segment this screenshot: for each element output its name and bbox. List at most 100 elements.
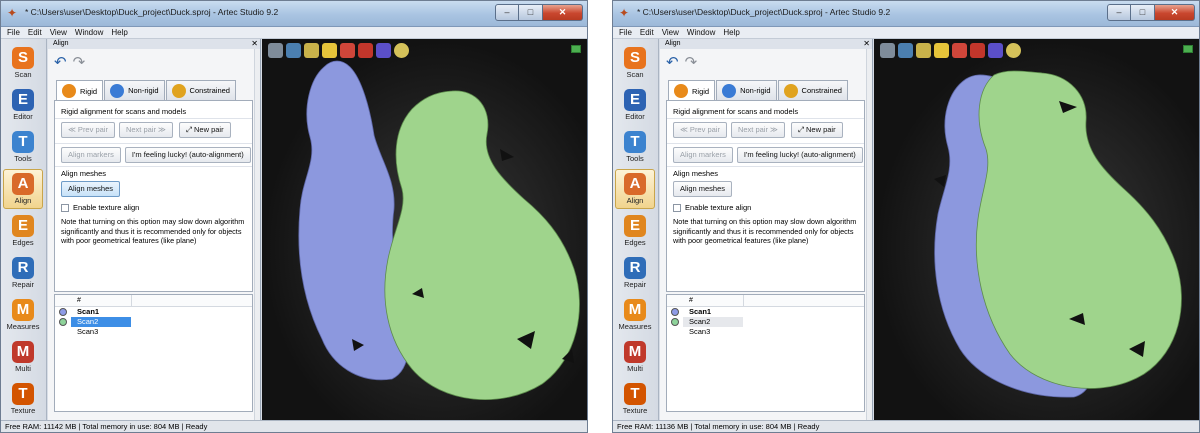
toolbar-multi-button[interactable]: M Multi [3, 337, 43, 377]
toolbar-editor-button[interactable]: E Editor [3, 85, 43, 125]
toolbar-repair-button[interactable]: R Repair [615, 253, 655, 293]
toolbar-repair-button[interactable]: R Repair [3, 253, 43, 293]
redo-icon[interactable]: ↷ [73, 54, 86, 71]
toolbar-edges-button[interactable]: E Edges [3, 211, 43, 251]
menu-help[interactable]: Help [111, 27, 127, 38]
toolbar-editor-button[interactable]: E Editor [615, 85, 655, 125]
align-meshes-button[interactable]: Align meshes [61, 181, 121, 197]
tab-non-rigid[interactable]: Non-rigid [716, 80, 777, 100]
tab-rigid[interactable]: Rigid [668, 80, 716, 101]
scan-row[interactable]: Scan2 [667, 317, 864, 327]
night-mode-icon[interactable] [1006, 43, 1021, 58]
auto-alignment-button[interactable]: I'm feeling lucky! (auto-alignment) [124, 147, 251, 163]
prev-pair-button[interactable]: ≪ Prev pair [61, 122, 115, 138]
scan-name[interactable]: Scan1 [683, 307, 743, 317]
3d-viewport[interactable] [262, 39, 587, 420]
new-pair-button[interactable]: ⤢ New pair [790, 122, 843, 138]
toolbar-scan-button[interactable]: S Scan [615, 43, 655, 83]
scan-row[interactable]: Scan1 [55, 307, 252, 317]
cube-view-icon[interactable] [358, 43, 373, 58]
scan-color-indicator[interactable] [59, 318, 67, 326]
scan-row[interactable]: Scan2 [55, 317, 252, 327]
toolbar-edges-button[interactable]: E Edges [615, 211, 655, 251]
redo-icon[interactable]: ↷ [685, 54, 698, 71]
undo-icon[interactable]: ↶ [666, 54, 679, 71]
menu-view[interactable]: View [50, 27, 67, 38]
night-mode-icon[interactable] [394, 43, 409, 58]
maximize-button[interactable]: □ [519, 4, 543, 21]
new-pair-button[interactable]: ⤢ New pair [178, 122, 231, 138]
panel-scrollbar[interactable] [866, 49, 872, 420]
tab-constrained[interactable]: Constrained [165, 80, 236, 100]
menu-edit[interactable]: Edit [640, 27, 654, 38]
prev-pair-button[interactable]: ≪ Prev pair [673, 122, 727, 138]
next-pair-button[interactable]: Next pair ≫ [730, 122, 785, 138]
scan-color-indicator[interactable] [671, 318, 679, 326]
shading-icon[interactable] [268, 43, 283, 58]
menu-window[interactable]: Window [687, 27, 715, 38]
wireframe-icon[interactable] [898, 43, 913, 58]
light-icon[interactable] [934, 43, 949, 58]
toolbar-tools-button[interactable]: T Tools [615, 127, 655, 167]
scan-name[interactable]: Scan3 [71, 327, 131, 337]
wireframe-icon[interactable] [286, 43, 301, 58]
3d-viewport[interactable] [874, 39, 1199, 420]
close-button[interactable]: ✕ [1155, 4, 1195, 21]
panel-scrollbar[interactable] [254, 49, 260, 420]
panel-close-icon[interactable]: ✕ [251, 39, 258, 49]
toolbar-align-button[interactable]: A Align [615, 169, 655, 209]
auto-alignment-button[interactable]: I'm feeling lucky! (auto-alignment) [736, 147, 863, 163]
axes-icon[interactable] [916, 43, 931, 58]
viewport-status-icon[interactable] [571, 45, 581, 53]
scan-row[interactable]: Scan3 [55, 327, 252, 337]
menu-view[interactable]: View [662, 27, 679, 38]
next-pair-button[interactable]: Next pair ≫ [118, 122, 173, 138]
toolbar-align-button[interactable]: A Align [3, 169, 43, 209]
menu-window[interactable]: Window [75, 27, 103, 38]
texture-align-checkbox[interactable]: Enable texture align [673, 203, 751, 212]
tab-constrained[interactable]: Constrained [777, 80, 848, 100]
viewport-status-icon[interactable] [1183, 45, 1193, 53]
tab-non-rigid[interactable]: Non-rigid [104, 80, 165, 100]
align-markers-button[interactable]: Align markers [673, 147, 733, 163]
toolbar-tools-button[interactable]: T Tools [3, 127, 43, 167]
toolbar-texture-button[interactable]: T Texture [3, 379, 43, 419]
panel-close-icon[interactable]: ✕ [863, 39, 870, 49]
menu-edit[interactable]: Edit [28, 27, 42, 38]
scan-color-indicator[interactable] [59, 308, 67, 316]
scan-color-indicator[interactable] [671, 308, 679, 316]
scan-name[interactable]: Scan3 [683, 327, 743, 337]
toolbar-texture-button[interactable]: T Texture [615, 379, 655, 419]
checkbox-box[interactable] [61, 203, 69, 212]
menu-file[interactable]: File [619, 27, 632, 38]
sphere-view-icon[interactable] [988, 43, 1003, 58]
minimize-button[interactable]: ‒ [495, 4, 519, 21]
toolbar-measures-button[interactable]: M Measures [3, 295, 43, 335]
align-markers-button[interactable]: Align markers [61, 147, 121, 163]
axes-icon[interactable] [304, 43, 319, 58]
scan-row[interactable]: Scan1 [667, 307, 864, 317]
texture-view-icon[interactable] [340, 43, 355, 58]
checkbox-box[interactable] [673, 203, 681, 212]
menu-file[interactable]: File [7, 27, 20, 38]
shading-icon[interactable] [880, 43, 895, 58]
close-button[interactable]: ✕ [543, 4, 583, 21]
toolbar-multi-button[interactable]: M Multi [615, 337, 655, 377]
scan-name[interactable]: Scan2 [683, 317, 743, 327]
light-icon[interactable] [322, 43, 337, 58]
scan-name[interactable]: Scan1 [71, 307, 131, 317]
tab-rigid[interactable]: Rigid [56, 80, 104, 101]
sphere-view-icon[interactable] [376, 43, 391, 58]
toolbar-measures-button[interactable]: M Measures [615, 295, 655, 335]
align-meshes-button[interactable]: Align meshes [673, 181, 733, 197]
menu-help[interactable]: Help [723, 27, 739, 38]
undo-icon[interactable]: ↶ [54, 54, 67, 71]
texture-view-icon[interactable] [952, 43, 967, 58]
cube-view-icon[interactable] [970, 43, 985, 58]
texture-align-checkbox[interactable]: Enable texture align [61, 203, 139, 212]
minimize-button[interactable]: ‒ [1107, 4, 1131, 21]
scan-name[interactable]: Scan2 [71, 317, 131, 327]
maximize-button[interactable]: □ [1131, 4, 1155, 21]
scan-row[interactable]: Scan3 [667, 327, 864, 337]
toolbar-scan-button[interactable]: S Scan [3, 43, 43, 83]
